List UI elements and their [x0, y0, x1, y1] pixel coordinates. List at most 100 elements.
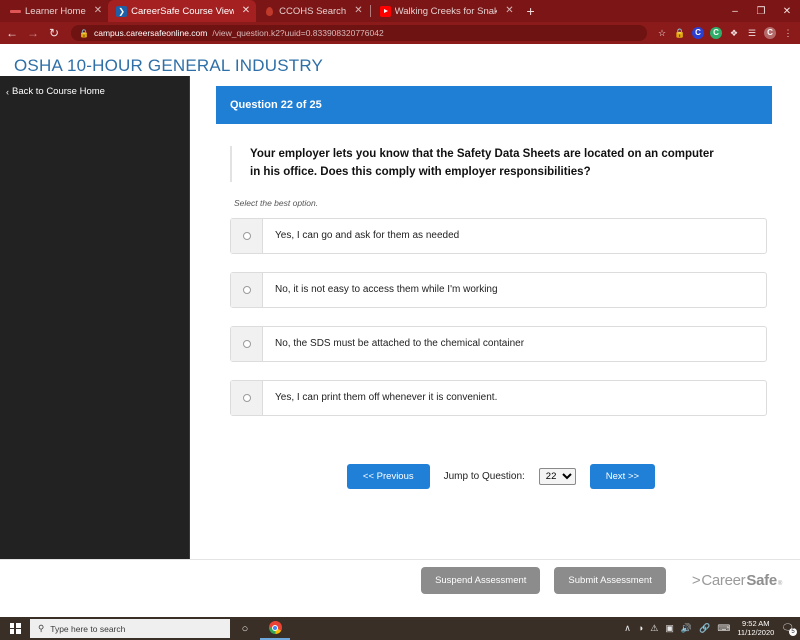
windows-taskbar: ⚲ Type here to search ○ ∧ ◑ ⚠ ▣ 🔊 🔗 ⌨ 9:…: [0, 617, 800, 640]
next-button[interactable]: Next >>: [589, 463, 656, 489]
answer-option[interactable]: Yes, I can print them off whenever it is…: [230, 379, 767, 416]
extension-green-icon[interactable]: C: [710, 27, 722, 39]
answer-option-label: Yes, I can go and ask for them as needed: [275, 230, 460, 242]
tray-network-icon[interactable]: ▣: [665, 624, 674, 633]
close-icon[interactable]: ✕: [238, 6, 250, 16]
search-placeholder: Type here to search: [50, 623, 126, 634]
ccohs-icon: [264, 6, 275, 17]
jump-to-question-select[interactable]: 1234567891011121314151617181920212223242…: [538, 467, 576, 485]
browser-tab-youtube-video[interactable]: Walking Creeks for Snakes in Me ✕: [372, 0, 520, 22]
address-bar[interactable]: 🔒 campus.careersafeonline.com/view_quest…: [71, 25, 647, 41]
youtube-icon: [379, 5, 391, 17]
browser-chrome: Learner Home ✕ ❯ CareerSafe Course Viewe…: [0, 0, 800, 44]
tray-volume-icon[interactable]: 🔊: [681, 624, 692, 633]
answer-option-label: Yes, I can print them off whenever it is…: [275, 392, 498, 404]
extensions-puzzle-icon[interactable]: ❖: [728, 27, 740, 39]
question-text: Your employer lets you know that the Saf…: [230, 146, 720, 182]
question-header: Question 22 of 25: [216, 86, 772, 124]
careersafe-icon: ❯: [116, 5, 128, 17]
submit-assessment-button[interactable]: Submit Assessment: [554, 567, 666, 594]
chrome-menu-icon[interactable]: ⋮: [782, 27, 794, 39]
logo-registered-mark: ®: [777, 581, 782, 587]
window-close-icon[interactable]: ✕: [774, 6, 800, 17]
radio-button[interactable]: [231, 218, 263, 253]
tab-divider: [369, 5, 371, 17]
back-icon[interactable]: ←: [4, 27, 20, 39]
taskbar-search-box[interactable]: ⚲ Type here to search: [30, 619, 230, 638]
question-body: Your employer lets you know that the Saf…: [216, 124, 772, 489]
tab-title: CareerSafe Course Viewer: [131, 5, 234, 17]
toolbar-icons: ☆ 🔒 C C ❖ ☰ C ⋮: [656, 27, 796, 39]
system-tray: ∧ ◑ ⚠ ▣ 🔊 🔗 ⌨ 9:52 AM 11/12/2020 🗨 5: [624, 619, 800, 637]
question-area: Question 22 of 25 Your employer lets you…: [190, 76, 800, 559]
password-manager-icon[interactable]: 🔒: [674, 27, 686, 39]
show-hidden-icons-chevron[interactable]: ∧: [624, 624, 631, 633]
browser-tab-ccohs-search[interactable]: CCOHS Search ✕: [256, 0, 368, 22]
tab-strip: Learner Home ✕ ❯ CareerSafe Course Viewe…: [0, 0, 800, 22]
close-icon[interactable]: ✕: [90, 6, 102, 16]
browser-toolbar: ← → ↻ 🔒 campus.careersafeonline.com/view…: [0, 22, 800, 44]
tray-shield-icon[interactable]: ◑: [638, 624, 643, 633]
windows-logo-icon: [9, 623, 21, 634]
answer-option-label: No, the SDS must be attached to the chem…: [275, 338, 525, 350]
address-path: /view_question.k2?uuid=0.833908320776042: [212, 28, 384, 38]
browser-tab-learner-home[interactable]: Learner Home ✕: [2, 0, 108, 22]
tray-clip-icon[interactable]: 🔗: [699, 624, 710, 633]
search-icon: ⚲: [38, 623, 45, 633]
notification-count-badge: 5: [789, 628, 797, 636]
tab-title: Walking Creeks for Snakes in Me: [394, 5, 498, 17]
minimize-icon[interactable]: –: [722, 6, 748, 17]
logo-text-safe: Safe: [746, 572, 777, 589]
taskbar-clock[interactable]: 9:52 AM 11/12/2020: [737, 619, 774, 637]
radio-icon: [242, 339, 251, 348]
question-navigation: << Previous Jump to Question: 1234567891…: [230, 463, 772, 489]
reading-list-icon[interactable]: ☰: [746, 27, 758, 39]
previous-button[interactable]: << Previous: [346, 463, 430, 489]
action-center-icon[interactable]: 🗨 5: [781, 623, 797, 636]
site-lock-icon: 🔒: [79, 28, 89, 38]
tray-keyboard-icon[interactable]: ⌨: [717, 624, 730, 633]
answer-options: Yes, I can go and ask for them as needed…: [230, 217, 772, 416]
sidebar-item-back-to-course-home[interactable]: ‹ Back to Course Home: [6, 86, 189, 97]
sidebar-item-label: Back to Course Home: [12, 86, 105, 97]
page-content: OSHA 10-HOUR GENERAL INDUSTRY ‹ Back to …: [0, 44, 800, 617]
cortana-icon[interactable]: ○: [230, 623, 260, 635]
assessment-footer: Suspend Assessment Submit Assessment > Ca…: [0, 559, 800, 601]
tray-warning-icon[interactable]: ⚠: [650, 624, 658, 633]
tab-title: CCOHS Search: [279, 5, 347, 17]
radio-icon: [242, 393, 251, 402]
chrome-icon: [268, 621, 282, 634]
answer-option[interactable]: Yes, I can go and ask for them as needed: [230, 217, 767, 254]
close-icon[interactable]: ✕: [350, 6, 362, 16]
learner-icon: [10, 6, 21, 17]
close-icon[interactable]: ✕: [501, 6, 513, 16]
address-host: campus.careersafeonline.com: [93, 28, 208, 38]
maximize-icon[interactable]: ❐: [748, 6, 774, 17]
bookmark-star-icon[interactable]: ☆: [656, 27, 668, 39]
jump-to-question-label: Jump to Question:: [443, 470, 525, 482]
answer-option[interactable]: No, the SDS must be attached to the chem…: [230, 325, 767, 362]
tab-title: Learner Home: [25, 5, 86, 17]
radio-button[interactable]: [231, 326, 263, 361]
question-hint: Select the best option.: [234, 197, 319, 208]
window-controls: – ❐ ✕: [722, 0, 800, 22]
start-button[interactable]: [0, 617, 30, 640]
new-tab-button[interactable]: +: [520, 0, 542, 22]
radio-icon: [242, 285, 251, 294]
logo-text-career: Career: [701, 572, 746, 589]
radio-button[interactable]: [231, 380, 263, 415]
answer-option-label: No, it is not easy to access them while …: [275, 284, 498, 296]
reload-icon[interactable]: ↻: [46, 27, 62, 39]
body-row: ‹ Back to Course Home Question 22 of 25 …: [0, 76, 800, 559]
profile-avatar-icon[interactable]: C: [764, 27, 776, 39]
chevron-left-icon: ‹: [6, 86, 9, 97]
taskbar-chrome-button[interactable]: [260, 617, 290, 640]
suspend-assessment-button[interactable]: Suspend Assessment: [421, 567, 541, 594]
browser-tab-careersafe-course-viewer[interactable]: ❯ CareerSafe Course Viewer ✕: [108, 0, 257, 22]
logo-chevron-icon: >: [691, 572, 701, 589]
forward-icon[interactable]: →: [25, 27, 41, 39]
extension-c-icon[interactable]: C: [692, 27, 704, 39]
radio-button[interactable]: [231, 272, 263, 307]
answer-option[interactable]: No, it is not easy to access them while …: [230, 271, 767, 308]
course-sidebar: ‹ Back to Course Home: [0, 76, 190, 559]
